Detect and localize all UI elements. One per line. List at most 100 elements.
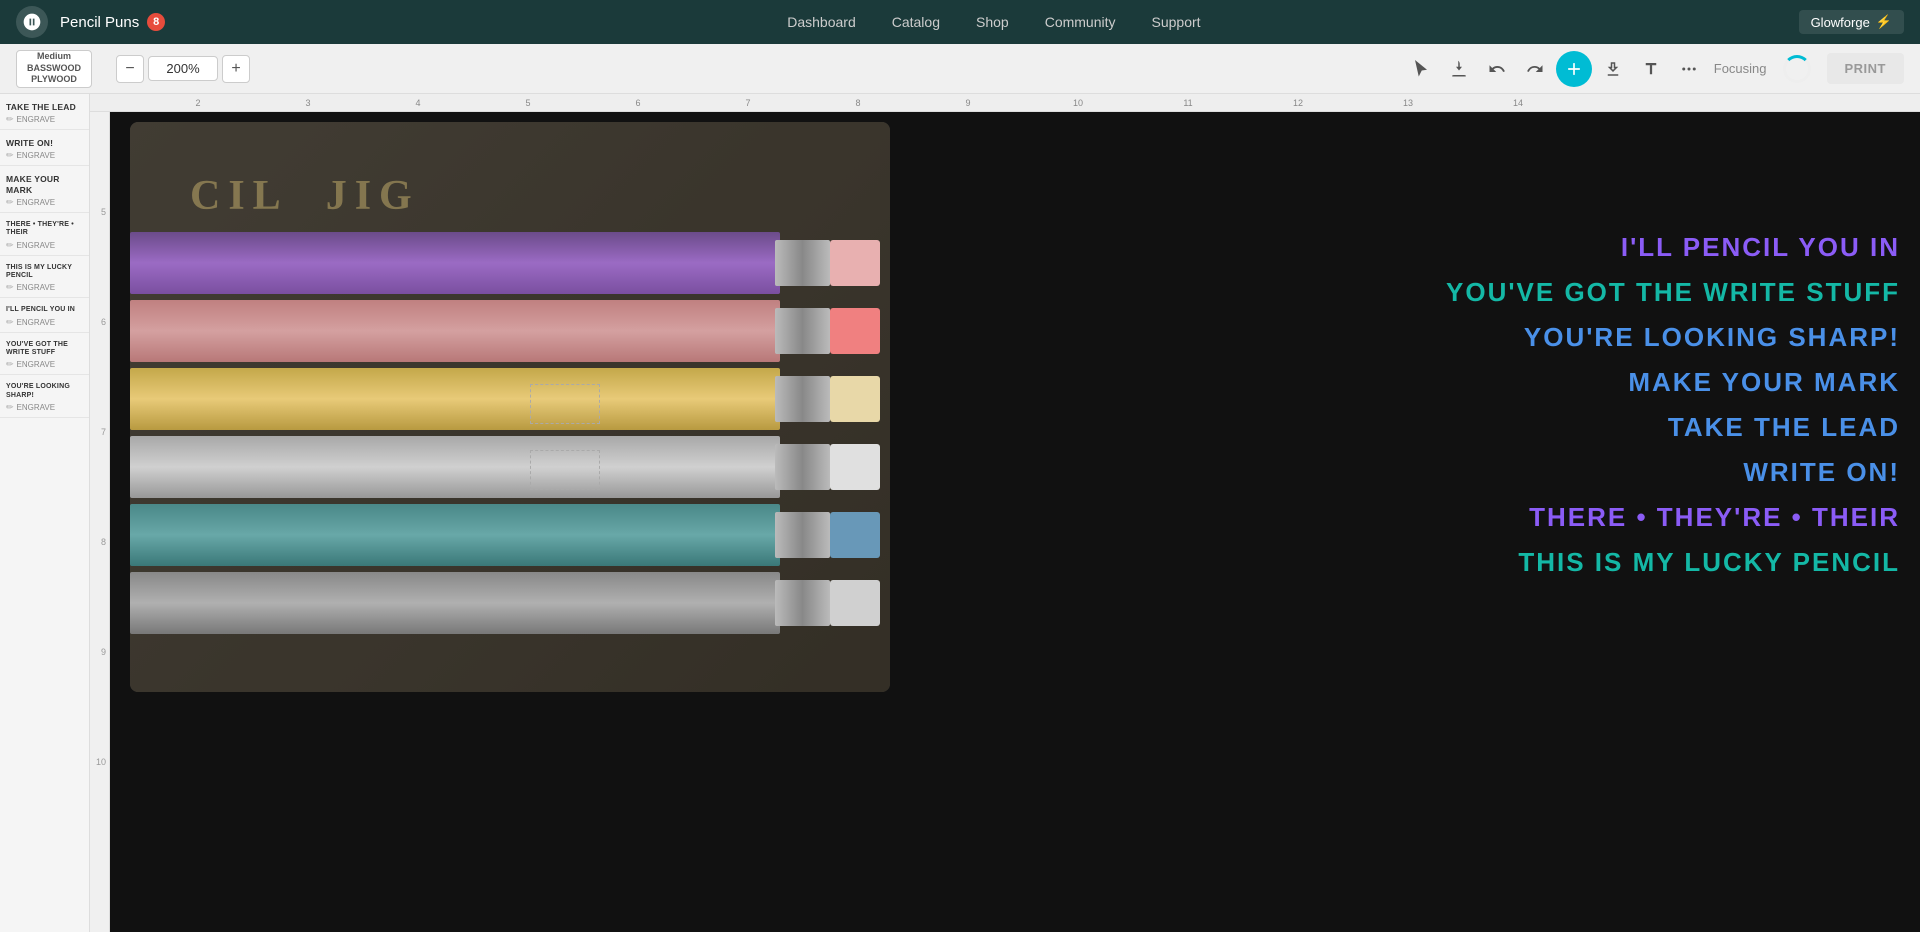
zoom-in-button[interactable]: + [222,55,250,83]
panel-item-sub: ✏ ENGRAVE [6,197,83,208]
panel-item-pencil-you-in[interactable]: I'LL PENCIL YOU IN ✏ ENGRAVE [0,298,89,332]
engrave-icon: ✏ [6,359,14,370]
engrave-icon: ✏ [6,317,14,328]
panel-item-title: TAKE THE LEAD [6,102,83,112]
material-line2: BASSWOOD [27,63,81,75]
pencil-purple-metal [775,240,830,286]
panel-item-looking-sharp[interactable]: YOU'RE LOOKING SHARP! ✏ ENGRAVE [0,375,89,418]
toolbar: Medium BASSWOOD PLYWOOD − 200% + [0,44,1920,94]
material-selector[interactable]: Medium BASSWOOD PLYWOOD [16,50,92,88]
pencil-gold-metal [775,376,830,422]
pencil-gray-metal [775,580,830,626]
text-tool[interactable] [1634,52,1668,86]
pencil-gold [130,368,780,430]
project-title: Pencil Puns [60,14,139,31]
text-overlay: I'LL PENCIL YOU IN YOU'VE GOT THE WRITE … [1300,232,1900,578]
zoom-display[interactable]: 200% [148,56,218,81]
horizontal-ruler: 2 3 4 5 6 7 8 9 10 11 12 13 14 [90,94,1920,112]
glowforge-button[interactable]: Glowforge ⚡ [1799,10,1904,34]
panel-item-write-stuff[interactable]: YOU'VE GOT THE WRITE STUFF ✏ ENGRAVE [0,333,89,376]
nav-shop[interactable]: Shop [976,14,1009,30]
panel-item-sub: ✏ ENGRAVE [6,150,83,161]
overlay-text-take-lead[interactable]: TAKE THE LEAD [1668,412,1900,443]
pencil-purple-eraser [830,240,880,286]
canvas[interactable]: CIL JIG [110,112,1920,932]
stamp-tool[interactable] [1596,52,1630,86]
toolbar-right: Focusing PRINT [1714,53,1904,84]
selection-box-1 [530,384,600,424]
engrave-icon: ✏ [6,197,14,208]
pencil-teal-metal [775,512,830,558]
panel-item-title: YOU'RE LOOKING SHARP! [6,383,83,400]
panel-item-sub: ✏ ENGRAVE [6,402,83,413]
nav-dashboard[interactable]: Dashboard [787,14,856,30]
add-tool[interactable] [1556,51,1592,87]
overlay-text-write-on[interactable]: WRITE ON! [1743,457,1900,488]
panel-item-sub: ✏ ENGRAVE [6,359,83,370]
panel-item-take-the-lead[interactable]: TAKE THE LEAD ✏ ENGRAVE [0,94,89,130]
overlay-text-there-their[interactable]: THERE • THEY'RE • THEIR [1529,502,1900,533]
nav-links: Dashboard Catalog Shop Community Support [189,14,1798,30]
pencil-image-area: CIL JIG [130,122,890,692]
select-tool[interactable] [1404,52,1438,86]
engrave-icon: ✏ [6,114,14,125]
top-navigation: Pencil Puns 8 Dashboard Catalog Shop Com… [0,0,1920,44]
pencil-pink-metal [775,308,830,354]
pencil-gray [130,572,780,634]
panel-item-title: MAKE YOUR MARK [6,174,83,194]
more-options[interactable] [1672,52,1706,86]
panel-item-sub: ✏ ENGRAVE [6,114,83,125]
pencil-gold-eraser [830,376,880,422]
panel-item-title: I'LL PENCIL YOU IN [6,306,83,314]
engrave-icon: ✏ [6,240,14,251]
glowforge-label: Glowforge [1811,15,1870,30]
redo-button[interactable] [1518,52,1552,86]
panel-item-title: THERE • THEY'RE • THEIR [6,221,83,238]
selection-box-2 [530,450,600,490]
panel-item-title: YOU'VE GOT THE WRITE STUFF [6,341,83,358]
jig-label: CIL JIG [190,172,420,220]
canvas-container: 2 3 4 5 6 7 8 9 10 11 12 13 14 5 6 7 8 9… [90,94,1920,932]
engrave-icon: ✏ [6,402,14,413]
main-layout: TAKE THE LEAD ✏ ENGRAVE WRITE ON! ✏ ENGR… [0,94,1920,932]
panel-item-sub: ✏ ENGRAVE [6,282,83,293]
nav-catalog[interactable]: Catalog [892,14,940,30]
print-button[interactable]: PRINT [1827,53,1905,84]
overlay-text-pencil-you-in[interactable]: I'LL PENCIL YOU IN [1621,232,1900,263]
notification-badge: 8 [147,13,165,31]
pencil-pink-eraser [830,308,880,354]
pan-tool[interactable] [1442,52,1476,86]
pencil-silver [130,436,780,498]
panel-item-write-on[interactable]: WRITE ON! ✏ ENGRAVE [0,130,89,166]
panel-item-lucky-pencil[interactable]: THIS IS MY LUCKY PENCIL ✏ ENGRAVE [0,256,89,299]
overlay-text-write-stuff[interactable]: YOU'VE GOT THE WRITE STUFF [1446,277,1900,308]
panel-item-make-your-mark[interactable]: MAKE YOUR MARK ✏ ENGRAVE [0,166,89,212]
panel-item-there-their[interactable]: THERE • THEY'RE • THEIR ✏ ENGRAVE [0,213,89,256]
overlay-text-make-mark[interactable]: MAKE YOUR MARK [1628,367,1900,398]
material-line3: PLYWOOD [31,74,77,86]
image-background: CIL JIG [130,122,890,692]
pencil-pink [130,300,780,362]
focusing-spinner [1783,55,1811,83]
pencil-gray-eraser [830,580,880,626]
engrave-icon: ✏ [6,150,14,161]
pencil-teal-eraser [830,512,880,558]
engrave-icon: ✏ [6,282,14,293]
vertical-ruler: 5 6 7 8 9 10 [90,112,110,932]
lightning-icon: ⚡ [1876,14,1892,30]
nav-support[interactable]: Support [1152,14,1201,30]
app-logo[interactable] [16,6,48,38]
left-panel: TAKE THE LEAD ✏ ENGRAVE WRITE ON! ✏ ENGR… [0,94,90,932]
pencil-silver-eraser [830,444,880,490]
canvas-area[interactable]: 5 6 7 8 9 10 CIL JIG [90,112,1920,932]
nav-community[interactable]: Community [1045,14,1116,30]
pencils-area [130,232,890,692]
panel-item-sub: ✏ ENGRAVE [6,317,83,328]
pencil-silver-metal [775,444,830,490]
overlay-text-lucky-pencil[interactable]: THIS IS MY LUCKY PENCIL [1518,547,1900,578]
tool-group [1404,51,1706,87]
undo-button[interactable] [1480,52,1514,86]
zoom-out-button[interactable]: − [116,55,144,83]
panel-item-sub: ✏ ENGRAVE [6,240,83,251]
overlay-text-looking-sharp[interactable]: YOU'RE LOOKING SHARP! [1524,322,1900,353]
